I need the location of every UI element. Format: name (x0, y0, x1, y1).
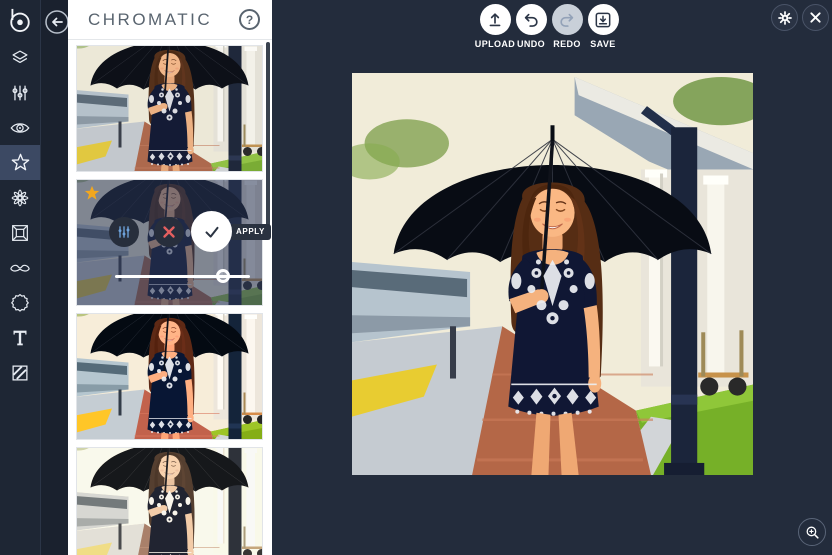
filter-preview-image (77, 448, 262, 555)
filter-preview-image (77, 46, 262, 171)
redo-icon (560, 13, 574, 27)
filter-thumbnail-4[interactable] (76, 447, 263, 555)
sidebar-item-effects[interactable] (0, 145, 40, 180)
tools-sidebar (0, 0, 40, 555)
filter-settings-sliders-icon (118, 226, 130, 238)
adjust-sliders-icon (12, 85, 28, 100)
filter-cancel-button[interactable] (154, 217, 184, 247)
chromatic-filter-panel: CHROMATIC ? APPLY (68, 0, 272, 555)
undo-icon (524, 13, 538, 27)
save-icon (595, 12, 611, 27)
sidebar-item-overlays[interactable] (0, 285, 40, 320)
main-toolbar: UPLOAD UNDO REDO SAVE (474, 4, 621, 49)
flower-icon (11, 189, 29, 206)
zoom-in-button[interactable] (798, 518, 826, 546)
undo-button[interactable]: UNDO (513, 4, 549, 49)
save-label: SAVE (590, 39, 616, 49)
apply-tooltip: APPLY (230, 224, 271, 240)
befunky-logo-icon (0, 0, 40, 40)
layers-icon (12, 49, 28, 63)
upload-icon (489, 12, 501, 26)
apply-check-icon (204, 226, 219, 238)
badge-icon (11, 293, 29, 312)
gear-icon (777, 10, 792, 25)
close-x-icon (810, 12, 821, 23)
filter-thumbnail-list: APPLY (68, 40, 272, 555)
text-icon (13, 330, 27, 345)
settings-button[interactable] (771, 4, 798, 31)
undo-label: UNDO (516, 39, 546, 49)
sidebar-item-layers[interactable] (0, 40, 40, 75)
eye-icon (10, 122, 30, 133)
filter-thumbnail-2-active[interactable]: APPLY (76, 179, 271, 306)
panel-scrollbar[interactable] (266, 42, 270, 232)
filter-amount-slider[interactable] (115, 269, 250, 283)
back-arrow-icon (45, 10, 69, 34)
sidebar-item-artsy[interactable] (0, 180, 40, 215)
canvas-image (352, 73, 753, 475)
filter-preview-image (77, 314, 262, 439)
redo-label: REDO (553, 39, 581, 49)
sidebar-item-textures[interactable] (0, 355, 40, 390)
filter-thumbnail-3[interactable] (76, 313, 263, 440)
edited-photo (352, 73, 753, 475)
upload-button[interactable]: UPLOAD (474, 4, 516, 49)
save-button[interactable]: SAVE (585, 4, 621, 49)
panel-collapse-strip (40, 0, 70, 555)
sidebar-item-graphics[interactable] (0, 250, 40, 285)
texture-icon (12, 364, 28, 381)
sidebar-item-frames[interactable] (0, 215, 40, 250)
filter-settings-button[interactable] (109, 217, 139, 247)
star-icon (11, 153, 29, 171)
frame-icon (12, 224, 28, 241)
mustache-icon (10, 264, 30, 272)
zoom-in-icon (806, 526, 819, 539)
slider-handle[interactable] (216, 269, 230, 283)
filter-apply-button[interactable] (191, 211, 232, 252)
redo-button[interactable]: REDO (549, 4, 585, 49)
sidebar-item-text[interactable] (0, 320, 40, 355)
back-button[interactable] (44, 9, 70, 35)
sidebar-item-touchup[interactable] (0, 110, 40, 145)
cancel-x-icon (163, 226, 175, 238)
favorite-star-icon[interactable] (83, 184, 101, 202)
filter-thumbnail-1[interactable] (76, 45, 263, 172)
close-button[interactable] (802, 4, 829, 31)
sidebar-item-adjust[interactable] (0, 75, 40, 110)
help-button[interactable]: ? (239, 9, 260, 30)
panel-title: CHROMATIC (88, 9, 213, 29)
panel-header: CHROMATIC ? (68, 0, 272, 40)
upload-label: UPLOAD (474, 39, 516, 49)
